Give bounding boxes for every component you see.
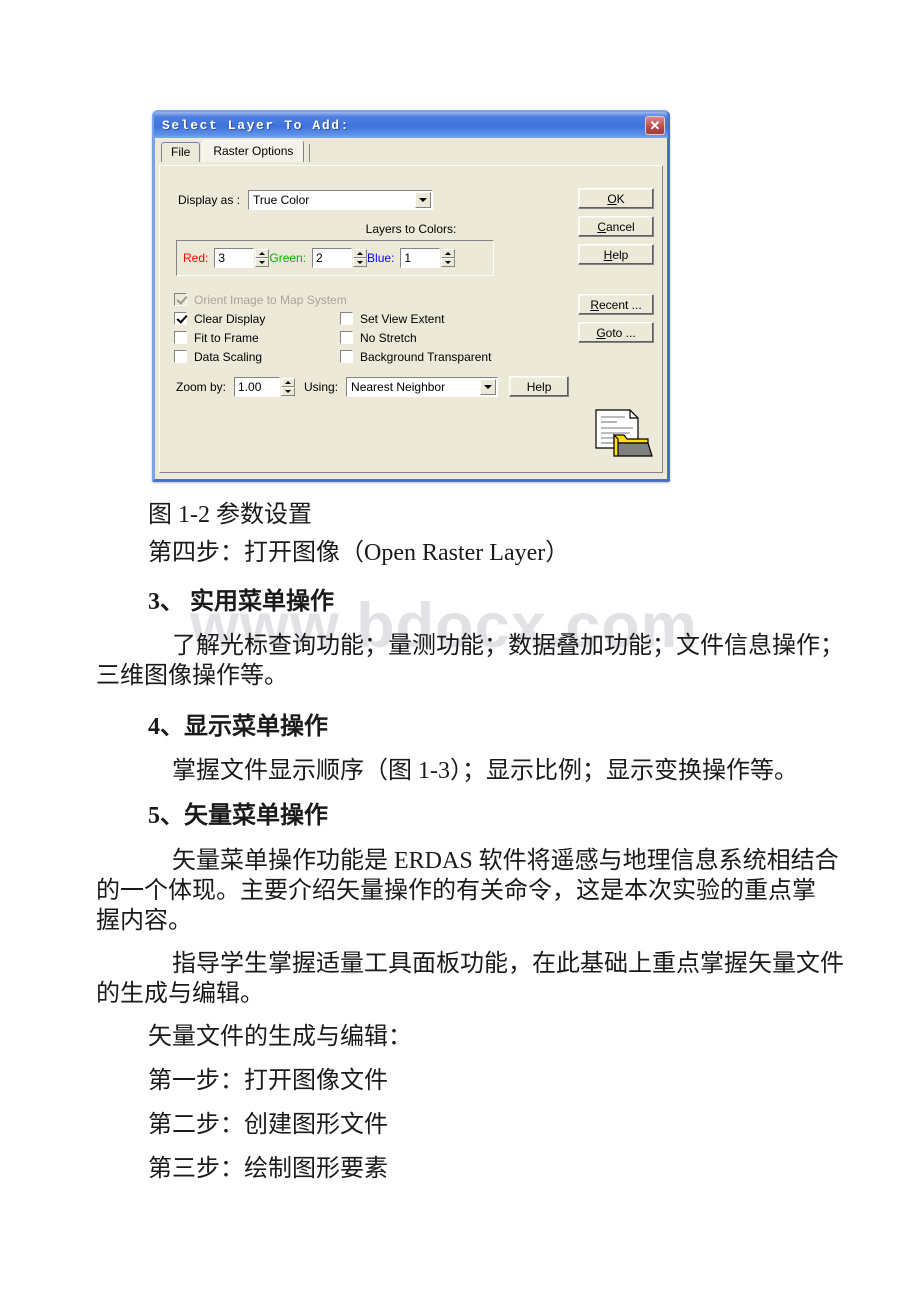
- blue-spin-down[interactable]: [441, 258, 456, 267]
- checkbox-label-data-scaling: Data Scaling: [194, 349, 263, 364]
- checkbox-set-view-extent[interactable]: [340, 312, 353, 325]
- blue-channel-input[interactable]: 1: [400, 248, 441, 268]
- para-7: 矢量文件的生成与编辑：: [148, 1024, 412, 1050]
- recent-button-mnemonic: R: [590, 297, 599, 312]
- tab-strip: File Raster Options: [155, 138, 667, 162]
- raster-options-panel: Display as : True Color Layers to Colors…: [159, 165, 663, 473]
- green-channel-label: Green:: [269, 251, 307, 265]
- select-layer-to-add-dialog: Select Layer To Add: ✕ File Raster Optio…: [152, 110, 670, 482]
- cancel-button[interactable]: Cancel: [578, 216, 654, 237]
- para-4: 掌握文件显示顺序（图 1-3）；显示比例；显示变换操作等。: [172, 758, 798, 784]
- para-3-line-2: 三维图像操作等。: [96, 663, 288, 689]
- step-four-line: 第四步：打开图像（Open Raster Layer）: [148, 540, 570, 566]
- ok-button[interactable]: OK: [578, 188, 654, 209]
- blue-channel: Blue: 1: [367, 248, 456, 268]
- figure-caption: 图 1-2 参数设置: [148, 502, 312, 528]
- goto-button[interactable]: Goto ...: [578, 322, 654, 343]
- checkbox-orient-image-to-map-system: [174, 293, 187, 306]
- dialog-button-column: OK Cancel Help Recent ... Goto ...: [578, 188, 654, 350]
- using-combo[interactable]: Nearest Neighbor: [346, 376, 499, 397]
- checkbox-row-1: Clear Display Set View Extent: [174, 309, 514, 328]
- checkbox-label-fit-to-frame: Fit to Frame: [194, 330, 259, 345]
- checkbox-label-background-transparent: Background Transparent: [360, 349, 492, 364]
- checkbox-no-stretch[interactable]: [340, 331, 353, 344]
- ok-button-mnemonic: O: [607, 191, 617, 206]
- green-spin-down[interactable]: [353, 258, 368, 267]
- checkbox-row-orient: Orient Image to Map System: [174, 290, 514, 309]
- zoom-spin-down[interactable]: [281, 386, 296, 396]
- para-6-line-2: 的生成与编辑。: [96, 981, 264, 1007]
- para-5-line-3: 握内容。: [96, 908, 192, 934]
- red-spin-down[interactable]: [255, 258, 270, 267]
- display-as-row: Display as : True Color: [178, 190, 434, 210]
- zoom-spin-up[interactable]: [281, 377, 296, 387]
- recent-button-rest: ecent ...: [598, 297, 642, 312]
- red-spin-up[interactable]: [255, 249, 270, 258]
- para-5-line-2: 的一个体现。主要介绍矢量操作的有关命令，这是本次实验的重点掌: [96, 878, 816, 904]
- red-channel-stepper[interactable]: [255, 249, 270, 267]
- tab-raster-options[interactable]: Raster Options: [202, 140, 305, 162]
- chevron-down-icon-using[interactable]: [480, 378, 497, 395]
- help-button[interactable]: Help: [578, 244, 654, 265]
- step-1: 第一步：打开图像文件: [148, 1068, 388, 1094]
- zoom-by-stepper[interactable]: [281, 377, 296, 396]
- using-value: Nearest Neighbor: [351, 379, 446, 394]
- checkbox-background-transparent[interactable]: [340, 350, 353, 363]
- zoom-by-label: Zoom by:: [176, 379, 227, 394]
- blue-channel-label: Blue:: [367, 251, 395, 265]
- checkbox-label-set-view-extent: Set View Extent: [360, 311, 445, 326]
- help-button-mnemonic: H: [603, 247, 613, 262]
- blue-spin-up[interactable]: [441, 249, 456, 258]
- help-button-rest: elp: [612, 247, 629, 262]
- blue-channel-stepper[interactable]: [441, 249, 456, 267]
- green-channel: Green: 2: [269, 248, 368, 268]
- recent-button[interactable]: Recent ...: [578, 294, 654, 315]
- green-spin-up[interactable]: [353, 249, 368, 258]
- document-folder-icon: [592, 408, 654, 460]
- cancel-button-mnemonic: C: [597, 219, 606, 234]
- checkbox-fit-to-frame[interactable]: [174, 331, 187, 344]
- tab-file[interactable]: File: [161, 142, 201, 162]
- step-2: 第二步：创建图形文件: [148, 1112, 388, 1138]
- zoom-help-button[interactable]: Help: [509, 376, 570, 397]
- cancel-button-rest: ancel: [605, 219, 635, 234]
- display-as-value: True Color: [253, 193, 310, 207]
- heading-4: 4、显示菜单操作: [148, 714, 328, 740]
- checkbox-row-3: Data Scaling Background Transparent: [174, 347, 514, 366]
- layers-to-colors-group: Red: 3 Green: 2 Blue: 1: [176, 240, 494, 276]
- raster-options-checkbox-group: Orient Image to Map System Clear Display…: [174, 290, 514, 366]
- close-icon[interactable]: ✕: [645, 115, 665, 135]
- button-spacer: [578, 272, 654, 294]
- green-channel-stepper[interactable]: [353, 249, 368, 267]
- display-as-combo[interactable]: True Color: [248, 190, 434, 210]
- checkbox-label-clear-display: Clear Display: [194, 311, 266, 326]
- chevron-down-icon[interactable]: [415, 192, 432, 208]
- zoom-by-input[interactable]: 1.00: [234, 376, 281, 397]
- para-6-line-1: 指导学生掌握适量工具面板功能，在此基础上重点掌握矢量文件: [172, 951, 844, 977]
- display-as-label: Display as :: [178, 193, 241, 207]
- red-channel: Red: 3: [183, 248, 270, 268]
- goto-button-rest: oto ...: [605, 325, 636, 340]
- step-3: 第三步：绘制图形要素: [148, 1156, 388, 1182]
- tab-separator: [309, 144, 311, 162]
- checkbox-data-scaling[interactable]: [174, 350, 187, 363]
- zoom-row: Zoom by: 1.00 Using: Nearest Neighbor He…: [176, 376, 570, 397]
- green-channel-input[interactable]: 2: [312, 248, 353, 268]
- heading-3: 3、 实用菜单操作: [148, 589, 334, 615]
- heading-5: 5、矢量菜单操作: [148, 803, 328, 829]
- dialog-title: Select Layer To Add:: [162, 117, 351, 133]
- goto-button-mnemonic: G: [596, 325, 606, 340]
- dialog-titlebar[interactable]: Select Layer To Add: ✕: [154, 112, 668, 138]
- checkbox-clear-display[interactable]: [174, 312, 187, 325]
- checkbox-row-2: Fit to Frame No Stretch: [174, 328, 514, 347]
- checkbox-label-orient-image-to-map-system: Orient Image to Map System: [194, 292, 347, 307]
- ok-button-rest: K: [616, 191, 625, 206]
- red-channel-label: Red:: [183, 251, 209, 265]
- red-channel-input[interactable]: 3: [214, 248, 255, 268]
- using-label: Using:: [304, 379, 339, 394]
- checkbox-label-no-stretch: No Stretch: [360, 330, 417, 345]
